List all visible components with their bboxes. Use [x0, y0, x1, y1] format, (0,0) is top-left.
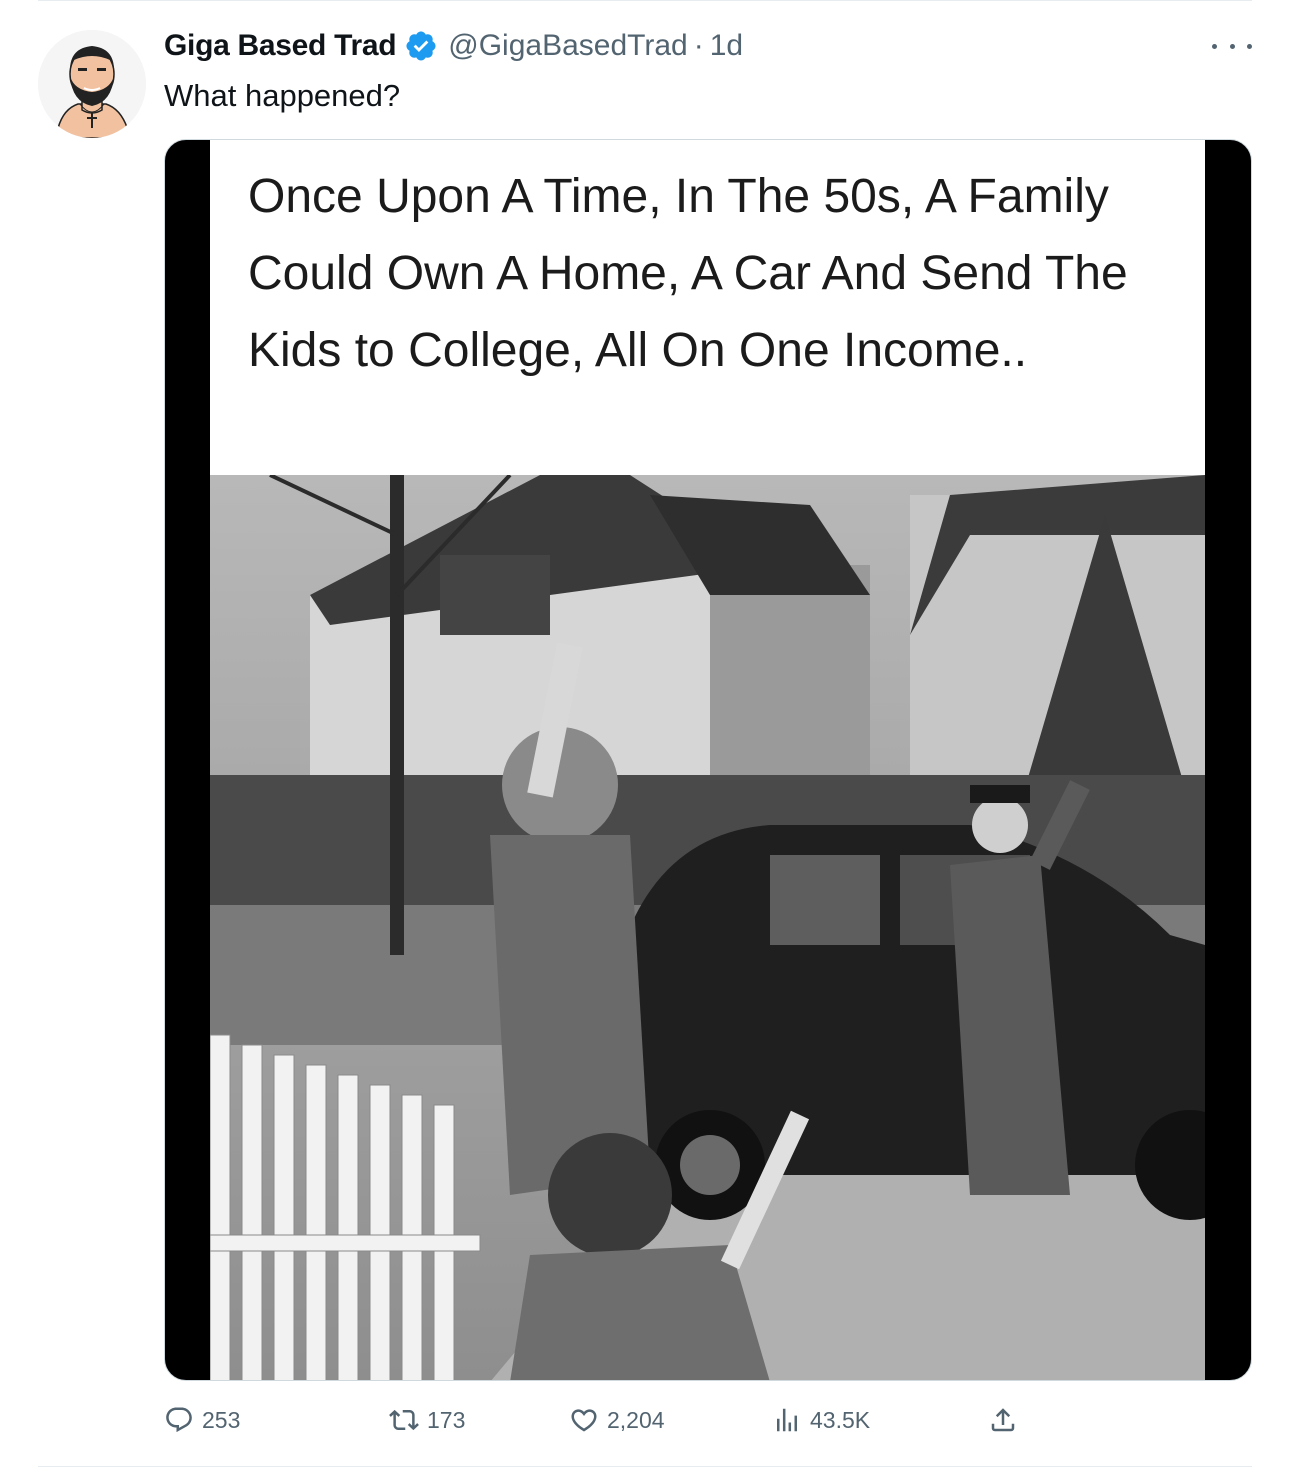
verified-badge-icon[interactable] — [404, 29, 438, 63]
reply-button[interactable]: 253 — [164, 1400, 240, 1440]
more-options-button[interactable] — [1212, 34, 1252, 58]
reply-count: 253 — [202, 1406, 241, 1433]
views-button[interactable]: 43.5K — [772, 1400, 870, 1440]
author-handle[interactable]: @GigaBasedTrad — [448, 29, 687, 63]
views-count: 43.5K — [810, 1406, 871, 1433]
author-display-name[interactable]: Giga Based Trad — [164, 29, 397, 63]
post-actions: 253 173 2,204 43.5K — [164, 1400, 1044, 1440]
vintage-family-photo-icon — [210, 475, 1205, 1380]
reply-icon — [166, 1407, 192, 1433]
share-icon — [991, 1408, 1015, 1432]
header-separator: · — [693, 29, 704, 62]
post-header: Giga Based Trad @GigaBasedTrad · 1d — [164, 26, 743, 66]
top-divider — [38, 0, 1252, 1]
post-timestamp[interactable]: 1d — [710, 29, 743, 63]
post-media[interactable]: Once Upon A Time, In The 50s, A Family C… — [164, 139, 1252, 1381]
like-button[interactable]: 2,204 — [569, 1400, 665, 1440]
post-text: What happened? — [164, 78, 401, 113]
repost-count: 173 — [427, 1406, 466, 1433]
meme-caption-box: Once Upon A Time, In The 50s, A Family C… — [210, 140, 1205, 475]
repost-button[interactable]: 173 — [389, 1400, 465, 1440]
more-dot-icon — [1247, 43, 1252, 49]
like-count: 2,204 — [607, 1406, 665, 1433]
bottom-divider — [38, 1466, 1252, 1467]
meme-caption: Once Upon A Time, In The 50s, A Family C… — [248, 170, 1128, 377]
bearded-man-avatar-icon — [38, 30, 146, 138]
share-button[interactable] — [988, 1400, 1018, 1440]
more-dot-icon — [1229, 43, 1235, 49]
views-chart-icon — [777, 1408, 797, 1432]
more-dot-icon — [1212, 43, 1217, 49]
repost-icon — [389, 1409, 419, 1431]
heart-icon — [571, 1409, 597, 1432]
author-avatar[interactable] — [38, 30, 146, 138]
